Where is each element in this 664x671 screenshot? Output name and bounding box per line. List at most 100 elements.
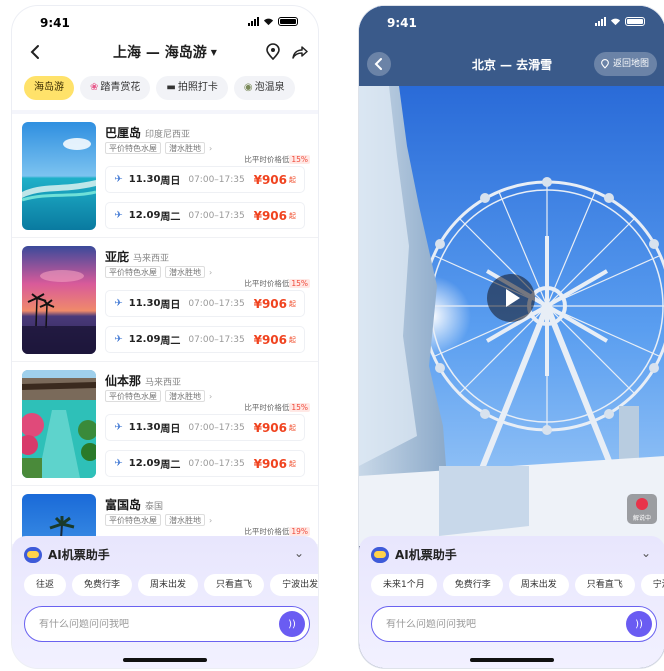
flight-price: ¥906 bbox=[253, 208, 287, 223]
status-icons bbox=[595, 17, 645, 26]
ai-assistant-panel: AI机票助手 ⌄ 往返 免费行李 周末出发 只看直飞 宁波出发 )) bbox=[12, 536, 318, 668]
feature-chip: 潜水胜地 bbox=[165, 266, 205, 278]
flight-date: 12.09 bbox=[128, 210, 161, 221]
flight-time: 07:00–17:35 bbox=[188, 298, 245, 309]
ai-question-input[interactable] bbox=[39, 618, 279, 630]
flight-weekday: 周日 bbox=[160, 300, 181, 311]
destination-name: 仙本那 马来西亚 bbox=[105, 372, 181, 389]
voice-icon[interactable]: )) bbox=[626, 611, 652, 637]
phone-left: 9:41 上海 — 海岛游▼ 海岛游 ❀踏青赏花 ▬拍照打卡 ◉泡温泉 bbox=[12, 6, 318, 668]
destination-photo bbox=[22, 122, 96, 230]
ai-bot-icon bbox=[371, 546, 389, 563]
flight-time: 07:00–17:35 bbox=[188, 334, 245, 345]
suggestion-chip[interactable]: 未来1个月 bbox=[371, 574, 437, 596]
flight-option[interactable]: ✈ 11.30 周日 07:00–17:35 ¥906 起 bbox=[105, 290, 305, 317]
country-text: 印度尼西亚 bbox=[145, 130, 191, 140]
flight-option[interactable]: ✈ 12.09 周二 07:00–17:35 ¥906 起 bbox=[105, 326, 305, 353]
status-time: 9:41 bbox=[40, 16, 70, 30]
plane-icon: ✈ bbox=[114, 458, 123, 469]
flight-date: 12.09 bbox=[128, 458, 161, 469]
flight-date: 12.09 bbox=[128, 334, 161, 345]
price-suffix: 起 bbox=[289, 299, 296, 308]
plane-icon: ✈ bbox=[114, 422, 123, 433]
price-suffix: 起 bbox=[289, 459, 296, 468]
tag-hotspring[interactable]: ◉ 泡温泉 bbox=[233, 76, 295, 100]
destination-card[interactable]: 巴厘岛 印度尼西亚 平价特色水屋 潜水胜地 › 比平时价格低 15% ✈ 11.30 周日 0… bbox=[12, 114, 318, 238]
suggestion-chip[interactable]: 免费行李 bbox=[442, 574, 503, 596]
suggestion-chip[interactable]: 免费行李 bbox=[72, 574, 133, 596]
chevron-down-icon[interactable]: ⌄ bbox=[294, 546, 304, 560]
flower-icon: ❀ bbox=[90, 82, 99, 93]
suggestion-chip[interactable]: 只看直飞 bbox=[574, 574, 635, 596]
feature-chip: 平价特色水屋 bbox=[105, 266, 161, 278]
nav-bar: 上海 — 海岛游 ▼ bbox=[12, 34, 318, 70]
suggestion-chip[interactable]: 宁波出发 bbox=[270, 574, 318, 596]
home-indicator bbox=[470, 658, 554, 662]
battery-icon bbox=[278, 17, 298, 26]
tag-label: 海岛游 bbox=[34, 82, 64, 93]
destination-card[interactable]: 亚庇 马来西亚 平价特色水屋 潜水胜地 › 比平时价格低 15% ✈ 11.30 周日 07:… bbox=[12, 238, 318, 362]
status-bar: 9:41 bbox=[12, 6, 318, 34]
flight-date: 11.30 bbox=[128, 174, 161, 185]
suggestion-chip[interactable]: 只看直飞 bbox=[204, 574, 265, 596]
suggestion-chip[interactable]: 周末出发 bbox=[138, 574, 199, 596]
savings-text: 比平时价格低 bbox=[244, 527, 290, 536]
caret-down-icon: ▼ bbox=[210, 47, 217, 57]
chevron-right-icon: › bbox=[209, 143, 213, 153]
suggestion-chip[interactable]: 往返 bbox=[24, 574, 67, 596]
feature-chips: 平价特色水屋 潜水胜地 › bbox=[105, 514, 212, 526]
location-pin-icon[interactable] bbox=[264, 43, 282, 61]
flight-option[interactable]: ✈ 11.30 周日 07:00–17:35 ¥906 起 bbox=[105, 414, 305, 441]
suggestion-chip[interactable]: 宁波出发 bbox=[640, 574, 664, 596]
price-suffix: 起 bbox=[289, 211, 296, 220]
plane-icon: ✈ bbox=[114, 174, 123, 185]
flight-weekday: 周日 bbox=[160, 176, 181, 187]
return-map-button[interactable]: 返回地图 bbox=[593, 52, 657, 76]
flight-option[interactable]: ✈ 12.09 周二 07:00–17:35 ¥906 起 bbox=[105, 202, 305, 229]
plane-icon: ✈ bbox=[114, 334, 123, 345]
ai-input-box: )) bbox=[371, 606, 657, 642]
savings-percent: 15% bbox=[289, 403, 310, 412]
status-bar: 9:41 bbox=[359, 6, 664, 34]
feature-chips: 平价特色水屋 潜水胜地 › bbox=[105, 266, 212, 278]
tag-island[interactable]: 海岛游 bbox=[24, 76, 74, 100]
route-title-text: 上海 — 海岛游 bbox=[113, 45, 207, 61]
feature-chip: 平价特色水屋 bbox=[105, 390, 161, 402]
share-icon[interactable] bbox=[290, 43, 308, 61]
phone-right: 9:41 北京 — 去滑雪 返回地图 解说中 AI机票助手 ⌄ 未来1个月 免费… bbox=[359, 6, 664, 668]
price-suffix: 起 bbox=[289, 335, 296, 344]
ai-assistant-panel: AI机票助手 ⌄ 未来1个月 免费行李 周末出发 只看直飞 宁波出发 )) bbox=[359, 536, 664, 668]
name-text: 富国岛 bbox=[105, 498, 142, 512]
destination-name: 巴厘岛 印度尼西亚 bbox=[105, 124, 190, 141]
status-time: 9:41 bbox=[387, 16, 417, 30]
savings-text: 比平时价格低 bbox=[244, 403, 290, 412]
savings-note: 比平时价格低 15% bbox=[244, 278, 310, 289]
voice-icon[interactable]: )) bbox=[279, 611, 305, 637]
savings-percent: 15% bbox=[289, 279, 310, 288]
ai-question-input[interactable] bbox=[386, 618, 626, 630]
flight-price: ¥906 bbox=[253, 420, 287, 435]
tag-photo[interactable]: ▬ 拍照打卡 bbox=[156, 76, 228, 100]
tag-flowers[interactable]: ❀ 踏青赏花 bbox=[80, 76, 151, 100]
play-icon[interactable] bbox=[487, 274, 535, 322]
signal-icon bbox=[248, 17, 259, 26]
route-title[interactable]: 上海 — 海岛游 ▼ bbox=[113, 42, 217, 62]
savings-note: 比平时价格低 15% bbox=[244, 402, 310, 413]
flight-weekday: 周日 bbox=[160, 424, 181, 435]
top-area: 9:41 上海 — 海岛游 ▼ 海岛游 ❀ 踏青赏花 ▬ 拍照打卡 ◉ 泡温泉 bbox=[12, 6, 318, 110]
savings-note: 比平时价格低 15% bbox=[244, 154, 310, 165]
flight-option[interactable]: ✈ 12.09 周二 07:00–17:35 ¥906 起 bbox=[105, 450, 305, 477]
wifi-icon bbox=[610, 18, 621, 26]
suggestion-chips: 未来1个月 免费行李 周末出发 只看直飞 宁波出发 bbox=[371, 574, 664, 596]
flight-date: 11.30 bbox=[128, 298, 161, 309]
chevron-down-icon[interactable]: ⌄ bbox=[641, 546, 651, 560]
narration-badge[interactable]: 解说中 bbox=[627, 494, 657, 524]
camera-icon: ▬ bbox=[166, 82, 176, 93]
flight-price: ¥906 bbox=[253, 332, 287, 347]
flight-price: ¥906 bbox=[253, 172, 287, 187]
country-text: 泰国 bbox=[145, 502, 164, 512]
suggestion-chip[interactable]: 周末出发 bbox=[508, 574, 569, 596]
back-arrow-icon[interactable] bbox=[26, 43, 44, 61]
flight-option[interactable]: ✈ 11.30 周日 07:00–17:35 ¥906 起 bbox=[105, 166, 305, 193]
destination-card[interactable]: 仙本那 马来西亚 平价特色水屋 潜水胜地 › 比平时价格低 15% ✈ 11.30 周日 07… bbox=[12, 362, 318, 486]
